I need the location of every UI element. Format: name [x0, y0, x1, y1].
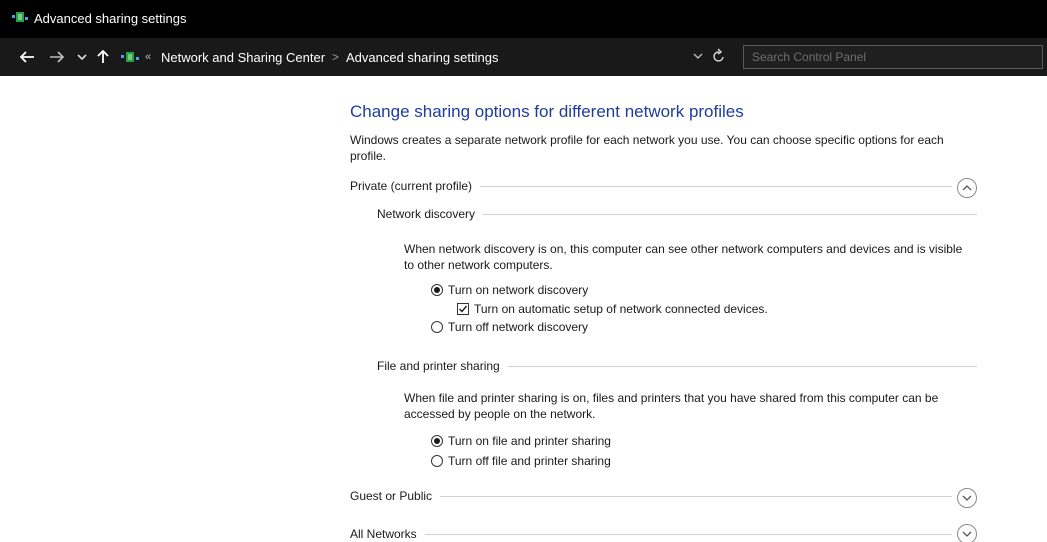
chevron-up-icon — [962, 185, 972, 191]
checkbox[interactable] — [457, 303, 469, 315]
arrow-right-icon — [50, 51, 65, 63]
subsection-label: File and printer sharing — [377, 359, 500, 373]
divider — [424, 533, 952, 535]
radio-turn-off-network-discovery[interactable]: Turn off network discovery — [431, 320, 588, 334]
radio-button[interactable] — [431, 284, 443, 296]
expand-guest-button[interactable] — [957, 488, 977, 508]
section-label: Guest or Public — [350, 489, 433, 503]
window-title: Advanced sharing settings — [34, 11, 187, 26]
search-input[interactable] — [752, 49, 1032, 65]
up-button[interactable] — [96, 47, 110, 67]
divider — [507, 365, 977, 367]
breadcrumb-advanced-sharing-settings[interactable]: Advanced sharing settings — [346, 50, 498, 65]
radio-turn-on-network-discovery[interactable]: Turn on network discovery — [431, 283, 588, 297]
radio-button[interactable] — [431, 435, 443, 447]
section-label: Private (current profile) — [350, 179, 473, 193]
expand-all-networks-button[interactable] — [957, 524, 977, 542]
radio-button[interactable] — [431, 321, 443, 333]
section-all-networks[interactable]: All Networks — [350, 527, 952, 541]
network-icon — [121, 52, 139, 62]
forward-button[interactable] — [48, 47, 66, 67]
recent-locations-button[interactable] — [75, 47, 89, 67]
radio-label: Turn on file and printer sharing — [448, 434, 611, 448]
radio-button[interactable] — [431, 455, 443, 467]
address-dropdown-icon[interactable] — [693, 52, 703, 60]
network-discovery-description: When network discovery is on, this compu… — [404, 242, 963, 272]
overflow-chevron[interactable]: « — [145, 51, 151, 63]
divider — [483, 213, 977, 215]
section-guest-public[interactable]: Guest or Public — [350, 489, 952, 503]
radio-turn-on-file-printer-sharing[interactable]: Turn on file and printer sharing — [431, 434, 611, 448]
title-bar: Advanced sharing settings — [0, 0, 1047, 38]
section-label: All Networks — [350, 527, 417, 541]
checkbox-label: Turn on automatic setup of network conne… — [474, 302, 768, 316]
radio-turn-off-file-printer-sharing[interactable]: Turn off file and printer sharing — [431, 454, 611, 468]
checkmark-icon — [459, 305, 468, 313]
divider — [440, 495, 952, 497]
search-box[interactable] — [743, 45, 1043, 69]
page-title: Change sharing options for different net… — [350, 102, 744, 121]
breadcrumb-network-sharing-center[interactable]: Network and Sharing Center — [161, 50, 325, 65]
arrow-up-icon — [97, 50, 109, 63]
breadcrumb-separator: > — [332, 50, 340, 64]
checkbox-automatic-setup[interactable]: Turn on automatic setup of network conne… — [457, 302, 768, 316]
chevron-down-icon — [962, 531, 972, 537]
subsection-label: Network discovery — [377, 207, 476, 221]
subsection-network-discovery: Network discovery — [377, 207, 977, 221]
intro-text: Windows creates a separate network profi… — [350, 133, 944, 163]
collapse-private-button[interactable] — [957, 178, 977, 198]
subsection-file-printer-sharing: File and printer sharing — [377, 359, 977, 373]
network-icon — [12, 12, 28, 22]
arrow-left-icon — [19, 51, 34, 63]
radio-label: Turn off file and printer sharing — [448, 454, 611, 468]
back-button[interactable] — [18, 47, 36, 67]
refresh-icon[interactable] — [712, 48, 726, 64]
radio-label: Turn on network discovery — [448, 283, 589, 297]
chevron-down-icon — [77, 54, 87, 61]
file-printer-description: When file and printer sharing is on, fil… — [404, 391, 939, 421]
divider — [480, 185, 952, 187]
chevron-down-icon — [962, 495, 972, 501]
radio-label: Turn off network discovery — [448, 320, 589, 334]
section-private-profile[interactable]: Private (current profile) — [350, 179, 952, 193]
